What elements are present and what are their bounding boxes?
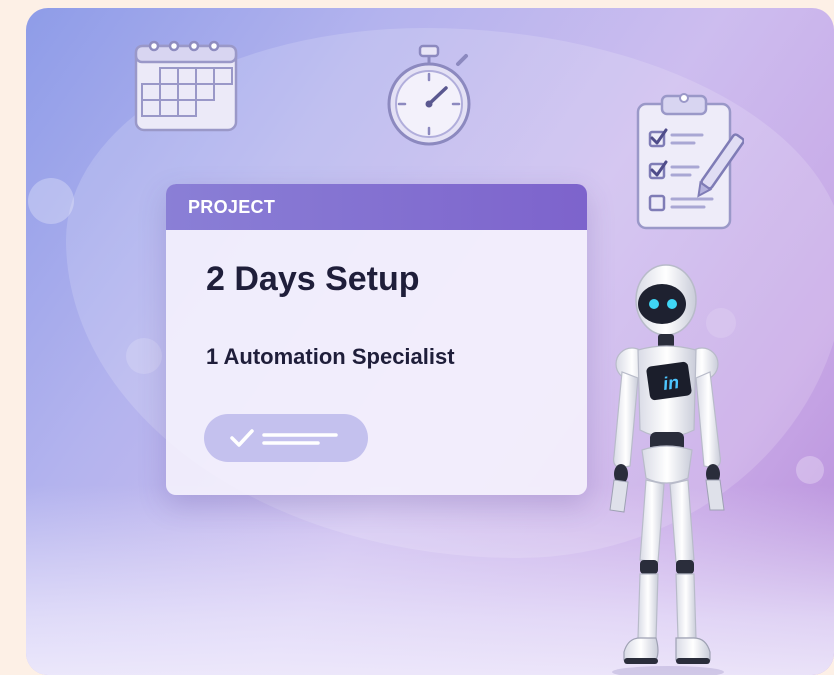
bokeh-light (126, 338, 162, 374)
card-subtitle: 1 Automation Specialist (206, 344, 455, 369)
stopwatch-icon (387, 44, 471, 146)
bokeh-light (28, 178, 74, 224)
check-icon (230, 429, 338, 447)
calendar-icon (134, 40, 238, 132)
card-title: 2 Days Setup (206, 260, 420, 298)
card-header: PROJECT (166, 184, 587, 230)
bokeh-light (796, 456, 824, 484)
status-pill (204, 414, 368, 462)
illustration-frame: PROJECT 2 Days Setup 1 Automation Specia… (26, 8, 834, 675)
project-card: PROJECT 2 Days Setup 1 Automation Specia… (166, 184, 587, 495)
robot-chest-badge-text: in (661, 371, 681, 395)
clipboard-checklist-icon (636, 93, 744, 230)
robot-illustration (609, 264, 725, 675)
